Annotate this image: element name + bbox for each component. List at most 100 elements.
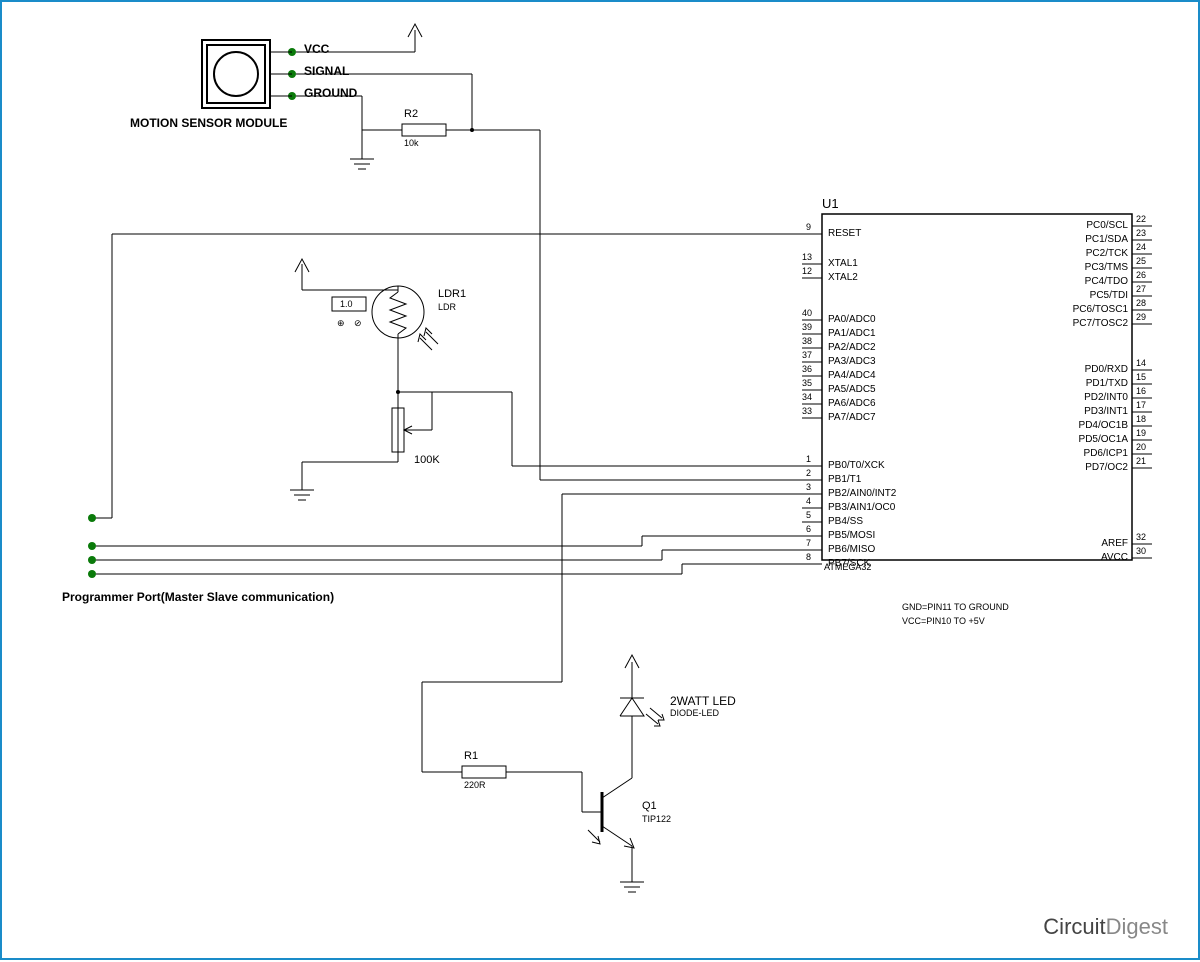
svg-text:⊘: ⊘ <box>354 318 362 328</box>
pin-name: PC7/TOSC2 <box>1062 318 1128 329</box>
pin-num: 34 <box>802 392 812 402</box>
led-sub: DIODE-LED <box>670 708 719 718</box>
pin-num: 30 <box>1136 546 1146 556</box>
pin-name: PA1/ADC1 <box>828 328 876 339</box>
pin-num: 14 <box>1136 358 1146 368</box>
pin-num: 7 <box>806 538 811 548</box>
r1-name: R1 <box>464 750 478 762</box>
pin-num: 27 <box>1136 284 1146 294</box>
pin-num: 37 <box>802 350 812 360</box>
programmer-title: Programmer Port(Master Slave communicati… <box>62 590 334 604</box>
pin-name: PC0/SCL <box>1078 220 1128 231</box>
pin-name: PD7/OC2 <box>1074 462 1128 473</box>
pin-name: RESET <box>828 228 861 239</box>
pin-num: 29 <box>1136 312 1146 322</box>
pin-num: 39 <box>802 322 812 332</box>
pin-name: PD3/INT1 <box>1074 406 1128 417</box>
pot-value: 100K <box>414 454 440 466</box>
q1-name: Q1 <box>642 800 657 812</box>
pin-num: 21 <box>1136 456 1146 466</box>
pin-num: 19 <box>1136 428 1146 438</box>
r2-name: R2 <box>404 108 418 120</box>
pin-name: PD1/TXD <box>1074 378 1128 389</box>
pin-num: 23 <box>1136 228 1146 238</box>
pin-num: 8 <box>806 552 811 562</box>
pin-num: 20 <box>1136 442 1146 452</box>
led-name: 2WATT LED <box>670 694 736 708</box>
pin-name: PA5/ADC5 <box>828 384 876 395</box>
pin-num: 38 <box>802 336 812 346</box>
pin-name: PC4/TDO <box>1076 276 1128 287</box>
pin-num: 35 <box>802 378 812 388</box>
ldr-meter: 1.0 <box>340 299 353 309</box>
pin-name: PA2/ADC2 <box>828 342 876 353</box>
u1-note2: VCC=PIN10 TO +5V <box>902 616 985 626</box>
pin-name: PA3/ADC3 <box>828 356 876 367</box>
pin-num: 13 <box>802 252 812 262</box>
pin-num: 33 <box>802 406 812 416</box>
pin-name: PB6/MISO <box>828 544 875 555</box>
pin-num: 2 <box>806 468 811 478</box>
pin-name: PB2/AIN0/INT2 <box>828 488 896 499</box>
pin-num: 6 <box>806 524 811 534</box>
circuit-diagram: ⊕ ⊘ <box>0 0 1200 960</box>
schematic-svg: ⊕ ⊘ <box>2 2 1200 962</box>
q1-sub: TIP122 <box>642 814 671 824</box>
pin-name: PD5/OC1A <box>1068 434 1128 445</box>
pin-name: PA0/ADC0 <box>828 314 876 325</box>
pin-name: PC6/TOSC1 <box>1062 304 1128 315</box>
pin-num: 16 <box>1136 386 1146 396</box>
logo: CircuitDigest <box>1043 914 1168 940</box>
pin-name: XTAL2 <box>828 272 858 283</box>
pin-num: 4 <box>806 496 811 506</box>
u1-note1: GND=PIN11 TO GROUND <box>902 602 1009 612</box>
pin-name: PB4/SS <box>828 516 863 527</box>
logo-part-b: Digest <box>1106 914 1168 939</box>
pin-num: 3 <box>806 482 811 492</box>
pin-num: 17 <box>1136 400 1146 410</box>
pin-name: PD4/OC1B <box>1068 420 1128 431</box>
pin-name: PC2/TCK <box>1076 248 1128 259</box>
svg-text:⊕: ⊕ <box>337 318 345 328</box>
pin-name: PB5/MOSI <box>828 530 875 541</box>
pin-name: PD0/RXD <box>1072 364 1128 375</box>
pin-num: 26 <box>1136 270 1146 280</box>
pin-num: 25 <box>1136 256 1146 266</box>
pin-name: PB0/T0/XCK <box>828 460 885 471</box>
pin-num: 24 <box>1136 242 1146 252</box>
pin-name: PA6/ADC6 <box>828 398 876 409</box>
pin-num: 5 <box>806 510 811 520</box>
pin-num: 18 <box>1136 414 1146 424</box>
pin-name: PB3/AIN1/OC0 <box>828 502 895 513</box>
pin-name: PD2/INT0 <box>1074 392 1128 403</box>
r2-value: 10k <box>404 138 419 148</box>
pin-num: 28 <box>1136 298 1146 308</box>
pin-name: XTAL1 <box>828 258 858 269</box>
pin-name: PC1/SDA <box>1076 234 1128 245</box>
pin-name: PB1/T1 <box>828 474 861 485</box>
sensor-pin-signal: SIGNAL <box>304 64 349 78</box>
pin-num: 15 <box>1136 372 1146 382</box>
pin-name: PC3/TMS <box>1076 262 1128 273</box>
pin-num: 22 <box>1136 214 1146 224</box>
pin-name: PA7/ADC7 <box>828 412 876 423</box>
pin-num: 32 <box>1136 532 1146 542</box>
pin-name: PC5/TDI <box>1080 290 1128 301</box>
r1-value: 220R <box>464 780 486 790</box>
pin-num: 9 <box>806 222 811 232</box>
pin-name: PB7/SCK <box>828 558 870 569</box>
logo-part-a: Circuit <box>1043 914 1105 939</box>
pin-num: 36 <box>802 364 812 374</box>
pin-name: AVCC <box>1096 552 1128 563</box>
u1-name: U1 <box>822 196 839 211</box>
pin-num: 40 <box>802 308 812 318</box>
ldr-sub: LDR <box>438 302 456 312</box>
sensor-pin-vcc: VCC <box>304 42 329 56</box>
motion-sensor-title: MOTION SENSOR MODULE <box>130 116 287 130</box>
sensor-pin-ground: GROUND <box>304 86 357 100</box>
pin-name: PD6/ICP1 <box>1074 448 1128 459</box>
ldr-name: LDR1 <box>438 288 466 300</box>
pin-num: 12 <box>802 266 812 276</box>
pin-name: AREF <box>1096 538 1128 549</box>
pin-name: PA4/ADC4 <box>828 370 876 381</box>
